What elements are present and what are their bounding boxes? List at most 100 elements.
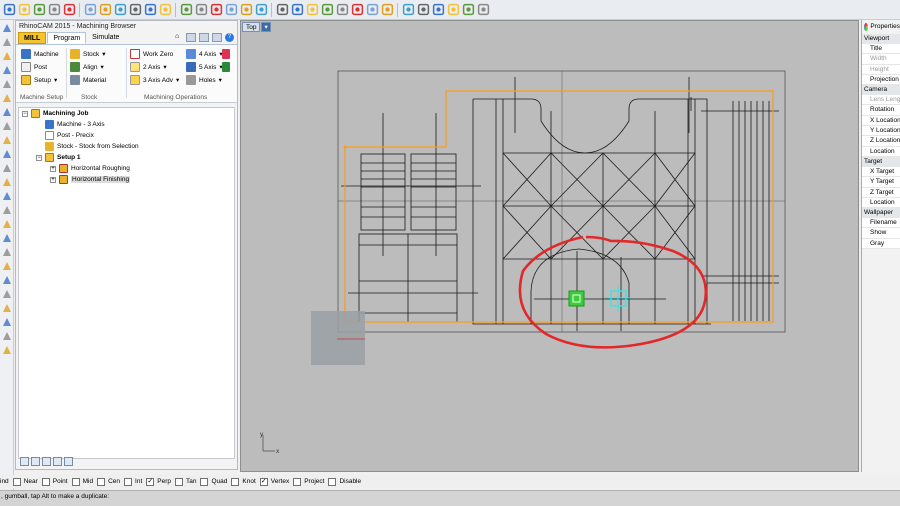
solid-icon[interactable] [1, 204, 13, 216]
zoom-selected-icon[interactable] [224, 3, 238, 17]
property-row[interactable]: Show [862, 228, 900, 239]
tool-db-button[interactable] [222, 62, 230, 72]
tools-icon[interactable] [199, 33, 209, 42]
osnap-mid[interactable]: Mid [71, 477, 93, 486]
copy-icon[interactable] [83, 3, 97, 17]
surface-icon[interactable] [320, 3, 334, 17]
tab-mill[interactable]: MILL [18, 32, 47, 44]
shade-icon[interactable] [401, 3, 415, 17]
tree-node-horizontal-roughing[interactable]: + Horizontal Roughing [50, 164, 130, 173]
cplane-icon[interactable] [254, 3, 268, 17]
new-icon[interactable] [2, 3, 16, 17]
render-icon[interactable] [380, 3, 394, 17]
print-icon[interactable] [47, 3, 61, 17]
report-icon[interactable] [64, 456, 73, 466]
point-icon[interactable] [1, 36, 13, 48]
property-row[interactable]: Rotation [862, 105, 900, 116]
property-row[interactable]: X Location [862, 115, 900, 127]
property-row[interactable]: Width [862, 54, 900, 65]
sphere-icon[interactable] [416, 3, 430, 17]
cut-icon[interactable] [62, 3, 76, 17]
property-row[interactable]: Height [862, 64, 900, 75]
checkbox[interactable] [41, 477, 50, 486]
point-icon[interactable] [275, 3, 289, 17]
paint-icon[interactable] [1, 344, 13, 356]
osnap-quad[interactable]: Quad [200, 477, 227, 486]
analyze-icon[interactable] [1, 302, 13, 314]
snap-icon[interactable] [446, 3, 460, 17]
tools-icon[interactable] [461, 3, 475, 17]
zoom-extents-icon[interactable] [209, 3, 223, 17]
property-row[interactable]: Filename [862, 218, 900, 229]
polyline-icon[interactable] [1, 64, 13, 76]
ellipse-icon[interactable] [1, 134, 13, 146]
tab-simulate[interactable]: Simulate [87, 32, 124, 44]
property-section[interactable]: Target [862, 156, 900, 167]
checkbox[interactable] [12, 477, 21, 486]
checkbox[interactable] [175, 477, 183, 486]
curve-icon[interactable] [1, 120, 13, 132]
checkbox[interactable]: ✓ [146, 477, 155, 486]
property-section[interactable]: Camera [862, 85, 900, 96]
undo-icon[interactable] [113, 3, 127, 17]
osnap-knot[interactable]: Knot [231, 477, 256, 486]
tree-node-setup[interactable]: − Setup 1 [36, 153, 80, 162]
boolean-icon[interactable] [1, 218, 13, 230]
extrude-icon[interactable] [1, 190, 13, 202]
four-axis-button[interactable]: 4 Axis ▾ [186, 49, 223, 59]
stock-button[interactable]: Stock ▾ [70, 49, 106, 59]
circle-icon[interactable] [1, 92, 13, 104]
zoom-icon[interactable] [179, 3, 193, 17]
save-icon[interactable] [32, 3, 46, 17]
setup-button[interactable]: Setup ▾ [21, 75, 57, 85]
tab-program[interactable]: Program [47, 32, 87, 44]
expand-toggle[interactable]: + [50, 165, 56, 172]
osnap-int[interactable]: Int [124, 477, 142, 486]
gumball-icon[interactable] [365, 3, 379, 17]
globe-icon[interactable] [431, 3, 445, 17]
curve-icon[interactable] [290, 3, 304, 17]
command-line[interactable]: , gumball, tap Alt to make a duplicate: [0, 490, 900, 506]
holes-button[interactable]: Holes ▾ [186, 75, 222, 85]
osnap-near[interactable]: Near [12, 477, 38, 486]
zoom-window-icon[interactable] [194, 3, 208, 17]
tree-node-horizontal-finishing[interactable]: + Horizontal Finishing [50, 175, 131, 184]
machine-button[interactable]: Machine [21, 49, 59, 59]
transform-icon[interactable] [1, 260, 13, 272]
material-button[interactable]: Material [70, 75, 106, 85]
polygon-icon[interactable] [1, 148, 13, 160]
tree-node-stock[interactable]: Stock - Stock from Selection [45, 142, 139, 151]
two-axis-button[interactable]: 2 Axis ▾ [130, 62, 167, 72]
browser-options-icon[interactable] [186, 33, 196, 42]
paste-icon[interactable] [98, 3, 112, 17]
collapse-icon[interactable]: ⌂ [175, 33, 183, 41]
property-row[interactable]: Gray [862, 238, 900, 250]
help-icon[interactable]: ? [225, 33, 234, 42]
property-section[interactable]: Viewport [862, 34, 900, 44]
five-axis-button[interactable]: 5 Axis ▾ [186, 62, 223, 72]
osnap-project[interactable]: Project [293, 477, 324, 486]
osnap-disable[interactable]: Disable [328, 477, 361, 486]
array-icon[interactable] [1, 274, 13, 286]
checkbox[interactable]: ✓ [259, 477, 268, 486]
check-icon[interactable] [1, 330, 13, 342]
property-row[interactable]: Y Target [862, 177, 900, 188]
checkbox[interactable] [293, 477, 302, 486]
move-icon[interactable] [158, 3, 172, 17]
select-icon[interactable] [1, 22, 13, 34]
property-row[interactable]: Y Location [862, 126, 900, 137]
osnap-point[interactable]: Point [41, 477, 68, 486]
property-section[interactable]: Wallpaper [862, 208, 900, 219]
tree-node-machining-job[interactable]: − Machining Job [22, 109, 89, 118]
align-button[interactable]: Align ▾ [70, 62, 104, 72]
checkbox[interactable] [200, 477, 209, 486]
arc-icon[interactable] [1, 106, 13, 118]
checkbox[interactable] [231, 477, 240, 486]
collapse-toggle[interactable]: − [36, 154, 42, 161]
top-viewport[interactable]: Top ▾ y x [240, 20, 859, 472]
property-row[interactable]: Title [862, 44, 900, 55]
checkbox[interactable] [328, 477, 337, 486]
surface-icon[interactable] [1, 176, 13, 188]
tools-button[interactable] [222, 49, 230, 59]
checkbox[interactable] [97, 477, 106, 486]
